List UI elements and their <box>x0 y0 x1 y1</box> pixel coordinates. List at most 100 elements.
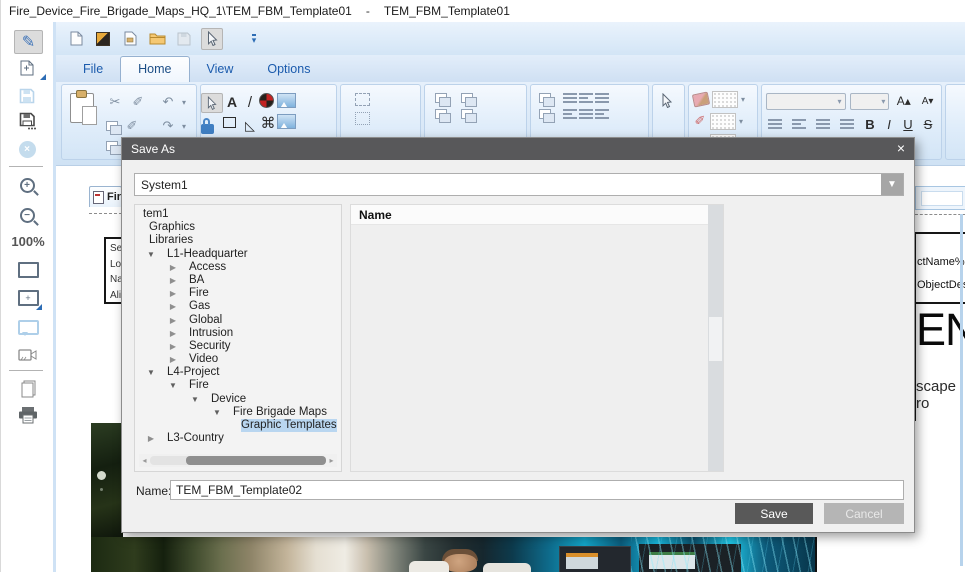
expand-arrow-icon[interactable]: ▶ <box>165 261 181 274</box>
line-pattern-swatch[interactable] <box>710 113 736 130</box>
tree-horizontal-scrollbar[interactable]: ◂ ▸ <box>139 454 337 467</box>
text-align-left-icon[interactable] <box>768 119 784 129</box>
bold-icon[interactable]: B <box>864 115 876 133</box>
cut-icon[interactable]: ✂ <box>106 93 124 111</box>
tree-item-libraries[interactable]: Libraries <box>135 234 341 247</box>
scrollbar-thumb[interactable] <box>186 456 326 465</box>
tree-item-fire[interactable]: ▶Fire <box>135 287 341 300</box>
fill-pattern-swatch[interactable] <box>712 91 738 108</box>
close-document-button-disabled[interactable]: × <box>17 139 37 159</box>
new-shape-button[interactable] <box>15 58 39 78</box>
format-painter-icon[interactable]: ✐ <box>129 93 147 111</box>
print-button[interactable] <box>14 404 42 426</box>
page-preview-button[interactable] <box>16 378 40 400</box>
collapse-arrow-icon[interactable]: ▼ <box>143 248 159 261</box>
tree-item-ba[interactable]: ▶BA <box>135 274 341 287</box>
underline-icon[interactable]: U <box>902 115 914 133</box>
select-corner-icon[interactable] <box>661 93 673 108</box>
font-size-combo[interactable]: ▾ <box>850 93 890 110</box>
insert-image-icon[interactable] <box>277 93 296 108</box>
collapse-arrow-icon[interactable]: ▼ <box>187 393 203 406</box>
duplicate-icon[interactable] <box>106 141 118 151</box>
ungroup-icon[interactable] <box>435 109 447 119</box>
pointer-tool-button[interactable] <box>201 93 223 113</box>
regroup-icon[interactable] <box>461 93 473 103</box>
tab-view[interactable]: View <box>190 57 251 82</box>
expand-arrow-icon[interactable]: ▶ <box>165 300 181 313</box>
pan-view-button[interactable]: + <box>16 288 40 308</box>
collapse-arrow-icon[interactable]: ▼ <box>143 366 159 379</box>
tree-item-intrusion[interactable]: ▶Intrusion <box>135 327 341 340</box>
expand-arrow-icon[interactable]: ▶ <box>143 432 159 445</box>
scroll-right-icon[interactable]: ▸ <box>326 456 337 465</box>
text-justify-icon[interactable] <box>840 119 856 129</box>
line-color-icon[interactable]: ✐ <box>693 112 707 130</box>
undo-dropdown-icon[interactable]: ▾ <box>182 98 192 107</box>
tree-item-l1-headquarter[interactable]: ▼L1-Headquarter <box>135 248 341 261</box>
font-family-combo[interactable]: ▾ <box>766 93 846 110</box>
tab-file[interactable]: File <box>66 57 120 82</box>
edit-pen-button[interactable]: ✎ <box>14 30 43 54</box>
tree-item-fire-brigade-maps[interactable]: ▼Fire Brigade Maps <box>135 406 341 419</box>
tree-item-l4-project[interactable]: ▼L4-Project <box>135 366 341 379</box>
strikethrough-icon[interactable]: S <box>922 115 934 133</box>
text-tool-icon[interactable]: A <box>223 93 241 111</box>
group-icon[interactable] <box>435 93 447 103</box>
tree-item-global[interactable]: ▶Global <box>135 314 341 327</box>
capture-button[interactable] <box>14 344 42 364</box>
combobox-arrow-button[interactable]: ▼ <box>881 174 903 195</box>
align-right-icon[interactable] <box>595 93 611 103</box>
distribute-h-icon[interactable] <box>579 109 595 119</box>
text-align-right-icon[interactable] <box>816 119 832 129</box>
zoom-in-button[interactable]: + <box>17 175 37 195</box>
name-input[interactable] <box>170 480 904 500</box>
expand-arrow-icon[interactable]: ▶ <box>165 327 181 340</box>
document-tab[interactable]: Fir <box>89 186 122 207</box>
undo-icon[interactable]: ↶ <box>159 93 177 111</box>
select-tool-button[interactable] <box>201 28 223 50</box>
redo-dropdown-icon[interactable]: ▾ <box>182 122 192 131</box>
edit-image-icon[interactable] <box>277 114 296 129</box>
merge-icon[interactable] <box>461 109 473 119</box>
rectangle-tool-icon[interactable] <box>223 117 236 128</box>
fit-view-button[interactable] <box>16 260 40 280</box>
select-region-icon[interactable] <box>355 93 370 106</box>
collapse-arrow-icon[interactable]: ▼ <box>209 406 225 419</box>
save-button[interactable]: Save <box>735 503 813 524</box>
dialog-close-icon[interactable]: × <box>897 140 905 156</box>
line-dropdown-icon[interactable]: ▾ <box>739 117 749 126</box>
save-as-button[interactable] <box>16 110 38 132</box>
grow-font-icon[interactable]: A▴ <box>893 92 914 110</box>
select-lasso-icon[interactable] <box>355 112 370 125</box>
align-left-icon[interactable] <box>563 93 579 103</box>
paste-icon[interactable] <box>70 93 94 123</box>
open-project-button[interactable] <box>93 29 113 49</box>
italic-icon[interactable]: I <box>884 115 894 133</box>
expand-arrow-icon[interactable]: ▶ <box>165 353 181 366</box>
lock-icon[interactable] <box>201 124 214 134</box>
tree-item-video[interactable]: ▶Video <box>135 353 341 366</box>
tab-home[interactable]: Home <box>120 56 189 82</box>
tree-item-gas[interactable]: ▶Gas <box>135 300 341 313</box>
quick-save-button-disabled[interactable] <box>174 29 194 49</box>
open-file-button[interactable] <box>147 29 167 49</box>
tree-item-graphic-templates[interactable]: Graphic Templates <box>135 419 341 432</box>
color-wheel-icon[interactable] <box>259 93 274 108</box>
expand-arrow-icon[interactable]: ▶ <box>165 287 181 300</box>
distribute-v-icon[interactable] <box>595 109 611 119</box>
scroll-left-icon[interactable]: ◂ <box>139 456 150 465</box>
paste-special-icon[interactable]: ✐ <box>123 117 141 135</box>
tree-item-access[interactable]: ▶Access <box>135 261 341 274</box>
comment-button-disabled[interactable] <box>16 318 40 336</box>
scrollbar-thumb[interactable] <box>709 317 722 361</box>
dialog-titlebar[interactable]: Save As × <box>122 138 914 160</box>
tree-item-security[interactable]: ▶Security <box>135 340 341 353</box>
scrollbar-track[interactable] <box>150 456 326 465</box>
tree-item-device[interactable]: ▼Device <box>135 393 341 406</box>
align-top-icon[interactable] <box>563 109 579 119</box>
tab-options[interactable]: Options <box>250 57 327 82</box>
shrink-font-icon[interactable]: A▾ <box>918 92 937 110</box>
zoom-out-button[interactable]: − <box>17 205 37 225</box>
send-backward-icon[interactable] <box>539 109 551 119</box>
tree-item-graphics[interactable]: Graphics <box>135 221 341 234</box>
